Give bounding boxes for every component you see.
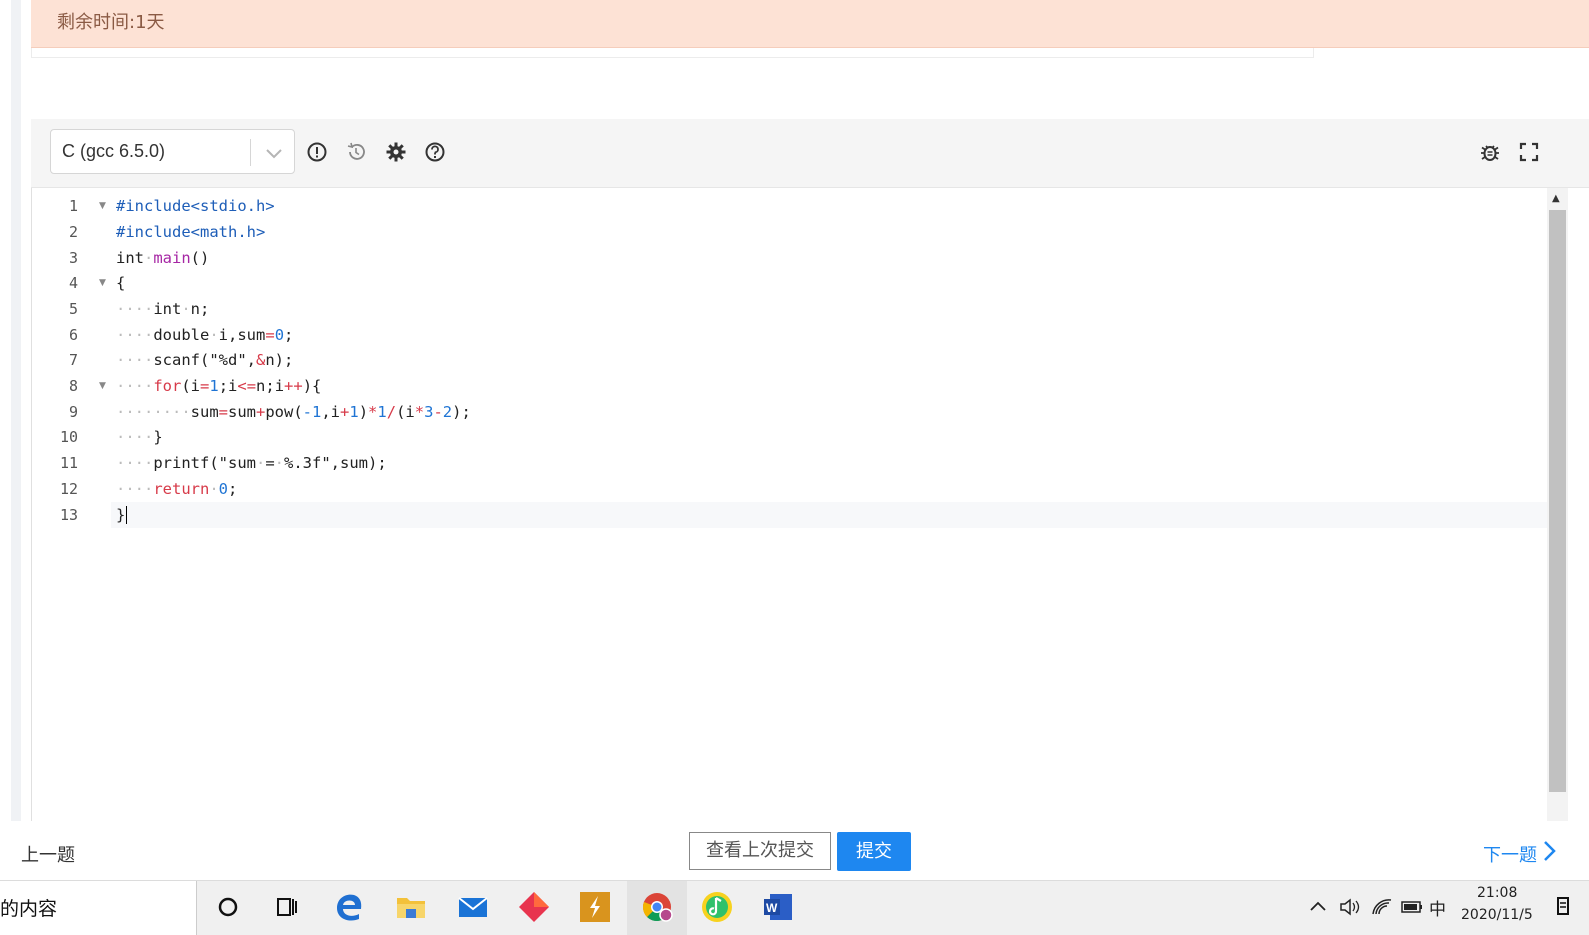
previous-question-link[interactable]: 上一题 [21,841,75,867]
code-line-2: #include<math.h> [116,223,266,241]
fold-toggle-icon[interactable]: ▼ [99,373,106,399]
task-view-icon[interactable] [269,889,305,925]
line-number: 12 [59,480,78,498]
submit-button[interactable]: 提交 [837,832,911,871]
cortana-icon[interactable] [210,889,246,925]
scroll-up-arrow-icon[interactable]: ▲ [1552,193,1560,204]
left-sidebar-edge [11,0,21,821]
line-number: 5 [68,300,78,318]
time-remaining-banner: 剩余时间:1天 [31,0,1589,48]
language-select[interactable]: C (gcc 6.5.0) [50,129,295,174]
view-last-submission-button[interactable]: 查看上次提交 [689,832,831,870]
history-icon[interactable] [345,141,367,163]
code-editor[interactable]: 1 2 3 4 5 6 7 8 9 10 11 12 13 ▼ ▼ ▼ #inc… [31,188,1548,821]
line-number: 10 [59,428,78,446]
line-number: 6 [68,326,78,344]
mail-icon[interactable] [455,889,491,925]
code-line-7: ····scanf("%d",&n); [116,351,294,369]
code-line-12: ····return·0; [116,480,238,498]
word-icon[interactable]: W [760,889,796,925]
clock-time[interactable]: 21:08 [1477,885,1517,901]
app-red-diamond-icon[interactable] [516,889,552,925]
select-separator [250,139,251,166]
chevron-down-icon [266,149,282,159]
taskbar-search-box[interactable]: 的内容 [0,881,197,935]
line-number: 8 [68,377,78,395]
code-line-11: ····printf("sum·=·%.3f",sum); [116,454,387,472]
code-line-10: ····} [116,428,163,446]
chrome-browser-icon[interactable] [639,889,675,925]
clock-date[interactable]: 2020/11/5 [1461,907,1533,923]
battery-icon[interactable] [1397,892,1427,922]
bug-icon[interactable] [1479,141,1501,163]
file-explorer-icon[interactable] [393,889,429,925]
code-line-4: { [116,274,126,292]
line-number: 9 [68,403,78,421]
code-line-8: ····for(i=1;i<=n;i++){ [116,377,322,395]
qq-music-icon[interactable] [699,889,735,925]
bottom-nav-bar: 上一题 查看上次提交 提交 下一题 [0,821,1589,880]
fullscreen-icon[interactable] [1518,141,1540,163]
line-number: 3 [68,249,78,267]
time-remaining-text: 剩余时间:1天 [57,12,165,33]
network-icon[interactable] [1367,892,1397,922]
scrollbar-thumb[interactable] [1549,210,1566,792]
editor-toolbar: C (gcc 6.5.0) [31,119,1589,188]
code-line-6: ····double·i,sum=0; [116,326,294,344]
fold-toggle-icon[interactable]: ▼ [99,270,106,296]
fold-toggle-icon[interactable]: ▼ [99,193,106,219]
help-icon[interactable] [424,141,446,163]
code-line-5: ····int·n; [116,300,210,318]
code-line-3: int·main() [116,249,210,267]
ime-indicator[interactable]: 中 [1429,895,1446,920]
windows-taskbar: 的内容 W 中 21:08 2020/11/5 [0,880,1589,935]
notification-icon[interactable] [1556,895,1570,919]
banner-panel-edge [31,48,1314,58]
line-number: 1 [68,197,78,215]
next-question-link[interactable]: 下一题 [1483,841,1537,867]
sublime-text-icon[interactable] [577,889,613,925]
left-margin [0,0,11,821]
code-line-13: } [116,506,128,524]
language-select-value: C (gcc 6.5.0) [62,141,166,161]
chevron-right-icon[interactable] [1540,839,1558,863]
line-number: 4 [68,274,78,292]
chevron-up-icon[interactable] [1303,892,1333,922]
search-text: 的内容 [0,898,58,920]
svg-text:W: W [766,901,778,915]
code-line-9: ········sum=sum+pow(-1,i+1)*1/(i*3-2); [116,403,471,421]
line-number: 7 [68,351,78,369]
line-number: 11 [59,454,78,472]
editor-scrollbar[interactable]: ▲ [1547,188,1568,821]
gear-icon[interactable] [385,141,407,163]
code-line-1: #include<stdio.h> [116,197,275,215]
edge-browser-icon[interactable] [331,889,367,925]
alert-circle-icon[interactable] [306,141,328,163]
line-number: 13 [59,506,78,524]
speaker-icon[interactable] [1336,892,1366,922]
line-number: 2 [68,223,78,241]
active-line-highlight [111,502,1548,528]
